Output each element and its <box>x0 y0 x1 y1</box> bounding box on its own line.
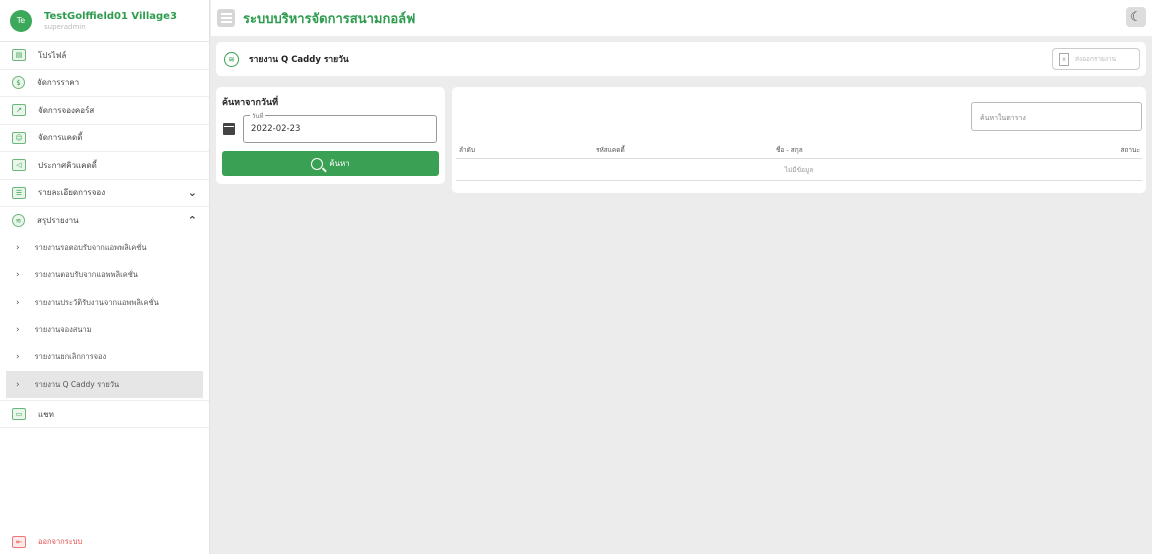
sidebar-item-pricing[interactable]: $ จัดการราคา <box>0 70 209 97</box>
submenu-item-q-caddy-daily[interactable]: › รายงาน Q Caddy รายวัน <box>6 370 203 399</box>
chevron-right-icon: › <box>16 352 20 363</box>
sidebar-item-label: โปรไฟล์ <box>38 50 67 60</box>
logout-icon: ⇤ <box>12 536 26 548</box>
search-icon <box>311 157 324 170</box>
dollar-circle-icon: $ <box>12 76 25 90</box>
sidebar-item-label: จัดการแคดดี้ <box>38 133 83 143</box>
submenu-item-accepted-app[interactable]: › รายงานตอบรับจากแอพพลิเคชั่น <box>0 262 209 289</box>
submenu-label: รายงานยกเลิกการจอง <box>34 352 107 362</box>
column-header-status[interactable]: สถานะ <box>1102 145 1142 155</box>
chevron-right-icon: › <box>16 325 20 336</box>
layers-icon: ≋ <box>12 214 25 228</box>
submenu-label: รายงานตอบรับจากแอพพลิเคชั่น <box>34 270 138 280</box>
chevron-up-icon: ⌃ <box>187 214 197 228</box>
calendar-icon[interactable] <box>223 123 235 135</box>
date-search-panel: ค้นหาจากวันที่ วันที่ 2022-02-23 ค้นหา <box>216 87 445 184</box>
table-header: ลำดับ รหัสแคดดี้ ชื่อ - สกุล สถานะ <box>456 142 1142 159</box>
menu-toggle-icon[interactable] <box>217 9 235 27</box>
layers-icon: ≋ <box>224 51 239 67</box>
report-header: ≋ รายงาน Q Caddy รายวัน x ส่งออกรายงาน <box>216 42 1146 76</box>
export-report-button[interactable]: x ส่งออกรายงาน <box>1052 48 1140 70</box>
submenu-item-history-app[interactable]: › รายงานประวัติรับงานจากแอพพลิเคชั่น <box>0 289 209 316</box>
app-title: ระบบบริหารจัดการสนามกอล์ฟ <box>243 11 416 27</box>
sidebar-item-course-booking[interactable]: ↗ จัดการจองคอร์ส <box>0 97 209 125</box>
megaphone-icon: ◁ <box>12 159 26 172</box>
date-value: 2022-02-23 <box>251 124 301 134</box>
sidebar-item-booking-details[interactable]: ☰ รายละเอียดการจอง ⌄ <box>0 180 209 207</box>
sidebar-item-caddy-queue[interactable]: ◁ ประกาศคิวแคดดี้ <box>0 152 209 180</box>
submenu-label: รายงานจองสนาม <box>34 325 92 335</box>
chevron-right-icon: › <box>16 379 20 390</box>
logout-button[interactable]: ⇤ ออกจากระบบ <box>12 536 82 548</box>
submenu-label: รายงานประวัติรับงานจากแอพพลิเคชั่น <box>34 297 159 307</box>
sidebar-item-caddy[interactable]: ☺ จัดการแคดดี้ <box>0 125 209 152</box>
chart-trend-icon: ↗ <box>12 104 26 117</box>
search-button[interactable]: ค้นหา <box>222 151 439 176</box>
table-empty-row: ไม่มีข้อมูล <box>456 160 1142 181</box>
chevron-right-icon: › <box>16 297 20 308</box>
export-label: ส่งออกรายงาน <box>1075 55 1117 63</box>
table-search-input[interactable]: ค้นหาในตาราง <box>971 102 1142 131</box>
submenu-item-course-booking[interactable]: › รายงานจองสนาม <box>0 316 209 343</box>
user-profile: Te TestGolffield01 Village3 superadmin <box>0 0 209 42</box>
submenu-item-pending-app[interactable]: › รายงานรอตอบรับจากแอพพลิเคชั่น <box>0 235 209 262</box>
date-field[interactable]: วันที่ 2022-02-23 <box>243 111 437 143</box>
sidebar-item-label: จัดการจองคอร์ส <box>38 105 95 115</box>
page-title: รายงาน Q Caddy รายวัน <box>249 55 349 65</box>
submenu-label: รายงาน Q Caddy รายวัน <box>34 379 120 389</box>
header: ระบบบริหารจัดการสนามกอล์ฟ ☾ <box>211 0 1152 36</box>
profile-role: superadmin <box>44 22 86 31</box>
column-header-name[interactable]: ชื่อ - สกุล <box>776 145 1102 155</box>
column-header-order[interactable]: ลำดับ <box>456 145 596 155</box>
sidebar-item-label: จัดการราคา <box>37 78 80 88</box>
profile-name: TestGolffield01 Village3 <box>44 10 177 22</box>
list-icon: ☰ <box>12 186 26 199</box>
chevron-right-icon: › <box>16 243 20 254</box>
sidebar: Te TestGolffield01 Village3 superadmin ▤… <box>0 0 210 554</box>
chevron-down-icon: ⌄ <box>187 186 197 200</box>
report-table-panel: ค้นหาในตาราง ลำดับ รหัสแคดดี้ ชื่อ - สกุ… <box>452 87 1146 193</box>
search-label: ค้นหาจากวันที่ <box>222 98 279 108</box>
sidebar-item-profile[interactable]: ▤ โปรไฟล์ <box>0 42 209 70</box>
excel-file-icon: x <box>1059 52 1069 66</box>
column-header-caddy-id[interactable]: รหัสแคดดี้ <box>596 145 776 155</box>
id-card-icon: ▤ <box>12 49 26 62</box>
sidebar-item-label: รายละเอียดการจอง <box>38 188 106 198</box>
sidebar-item-label: ประกาศคิวแคดดี้ <box>38 160 97 170</box>
users-icon: ☺ <box>12 131 26 144</box>
sidebar-item-chat[interactable]: ▭ แชท <box>0 400 209 428</box>
dark-mode-toggle-icon[interactable]: ☾ <box>1126 7 1146 27</box>
chevron-right-icon: › <box>16 270 20 281</box>
sidebar-item-label: แชท <box>38 409 54 419</box>
submenu-item-cancel-booking[interactable]: › รายงานยกเลิกการจอง <box>0 344 209 371</box>
sidebar-item-reports[interactable]: ≋ สรุปรายงาน ⌃ <box>0 207 209 235</box>
search-button-label: ค้นหา <box>329 159 350 168</box>
avatar: Te <box>10 9 32 32</box>
chat-icon: ▭ <box>12 408 26 421</box>
sidebar-item-label: สรุปรายงาน <box>37 216 79 226</box>
date-field-legend: วันที่ <box>250 111 266 121</box>
logout-label: ออกจากระบบ <box>38 537 83 546</box>
submenu-label: รายงานรอตอบรับจากแอพพลิเคชั่น <box>34 243 147 253</box>
